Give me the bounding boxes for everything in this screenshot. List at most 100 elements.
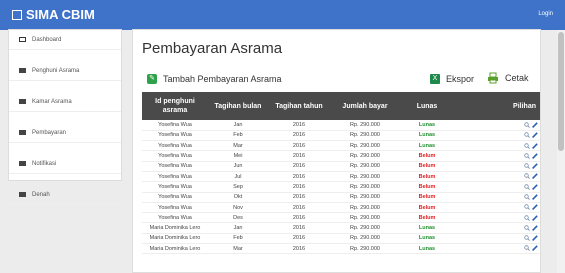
edit-icon[interactable] [532,153,538,159]
cell-jumlah: Rp. 290.000 [330,140,400,152]
view-icon[interactable] [524,132,530,139]
view-icon[interactable] [524,235,530,242]
table-row: Yosefina Wua Jan 2016 Rp. 290.000 Lunas [142,120,540,131]
cell-lunas: Belum [400,150,454,162]
edit-icon[interactable] [532,204,538,211]
cell-bulan: Mei [208,150,268,162]
edit-icon[interactable] [532,245,538,252]
cell-jumlah: Rp. 290.000 [330,161,400,172]
sidebar-item-dashboard[interactable]: Dashboard [9,30,121,50]
view-icon[interactable] [524,194,530,200]
print-button[interactable]: Cetak [487,72,529,84]
view-icon[interactable] [524,204,530,211]
export-button[interactable]: X Ekspor [430,74,474,84]
list-icon [19,161,26,166]
cell-tahun: 2016 [268,140,330,152]
column-header[interactable]: Jumlah bayar [330,92,400,120]
add-payment-button[interactable]: ✎ Tambah Pembayaran Asrama [147,74,282,84]
row-actions [454,202,540,214]
cell-bulan: Des [208,212,268,224]
cell-jumlah: Rp. 290.000 [330,150,400,162]
list-icon [19,130,26,135]
cell-lunas: Belum [400,212,454,224]
cell-lunas: Belum [400,192,454,203]
sidebar-item-label: Pembayaran [32,129,67,136]
cell-id: Yosefina Wua [142,212,208,224]
cell-bulan: Jun [208,161,268,172]
cell-lunas: Belum [400,161,454,172]
edit-icon[interactable] [532,163,538,170]
page-scrollbar[interactable] [557,30,565,273]
cell-bulan: Mar [208,243,268,255]
app-title: SIMA CBIM [26,7,95,22]
column-header[interactable]: Tagihan bulan [208,92,268,120]
list-icon [19,192,26,197]
cell-bulan: Nov [208,202,268,214]
sidebar-item-kamar-asrama[interactable]: Kamar Asrama [9,92,121,112]
edit-icon[interactable] [532,173,538,180]
row-actions [454,150,540,162]
table-row: Yosefina Wua Nov 2016 Rp. 290.000 Belum [142,202,540,214]
cell-tahun: 2016 [268,181,330,193]
cell-lunas: Belum [400,171,454,183]
table-row: Maria Dominika Lero Mar 2016 Rp. 290.000 Lun… [142,243,540,255]
edit-icon[interactable] [532,235,538,242]
sidebar-item-denah[interactable]: Denah [9,185,121,205]
sidebar-item-notifikasi[interactable]: Notifikasi [9,154,121,174]
table-row: Maria Dominika Lero Feb 2016 Rp. 290.000 Lun… [142,233,540,245]
column-header[interactable]: Lunas [400,92,454,120]
view-icon[interactable] [524,245,530,252]
cell-id: Yosefina Wua [142,171,208,183]
view-icon[interactable] [524,163,530,170]
column-header[interactable]: Pilihan [454,92,540,120]
view-icon[interactable] [524,225,530,231]
toolbar: ✎ Tambah Pembayaran Asrama X Ekspor Ceta… [133,72,540,88]
edit-icon[interactable] [532,142,538,149]
scrollbar-thumb[interactable] [558,32,564,151]
cell-bulan: Jan [208,222,268,234]
cell-bulan: Jan [208,120,268,131]
view-icon[interactable] [524,173,530,180]
edit-icon[interactable] [532,225,538,231]
list-icon [19,68,26,73]
cell-jumlah: Rp. 290.000 [330,120,400,131]
cell-lunas: Belum [400,202,454,214]
page-title: Pembayaran Asrama [142,40,283,57]
cell-bulan: Feb [208,233,268,245]
view-icon[interactable] [524,121,530,128]
cell-tahun: 2016 [268,150,330,162]
view-icon[interactable] [524,142,530,149]
sidebar-item-label: Dashboard [32,36,62,43]
app-brand[interactable]: SIMA CBIM [12,7,95,22]
column-header[interactable]: Tagihan tahun [268,92,330,120]
view-icon[interactable] [524,214,530,221]
table-row: Yosefina Wua Des 2016 Rp. 290.000 Belum [142,212,540,224]
table-row: Yosefina Wua Mei 2016 Rp. 290.000 Belum [142,150,540,162]
cell-lunas: Belum [400,181,454,193]
row-actions [454,120,540,131]
view-icon[interactable] [524,184,530,190]
view-icon[interactable] [524,153,530,159]
sidebar-item-penghuni-asrama[interactable]: Penghuni Asrama [9,61,121,81]
edit-icon[interactable] [532,183,538,190]
cell-lunas: Lunas [400,140,454,152]
edit-icon[interactable] [532,132,538,139]
edit-icon[interactable] [532,214,538,221]
cell-tahun: 2016 [268,202,330,214]
table-row: Yosefina Wua Jul 2016 Rp. 290.000 Belum [142,171,540,183]
cell-tahun: 2016 [268,171,330,183]
edit-icon[interactable] [532,194,538,200]
cell-id: Maria Dominika Lero [142,243,208,255]
table-row: Yosefina Wua Mar 2016 Rp. 290.000 Lunas [142,140,540,152]
login-link[interactable]: Login [538,11,553,17]
row-actions [454,233,540,245]
add-payment-label: Tambah Pembayaran Asrama [163,74,282,84]
edit-icon[interactable] [532,121,538,128]
cell-jumlah: Rp. 290.000 [330,192,400,203]
row-actions [454,140,540,152]
monitor-icon [19,37,26,42]
sidebar-item-pembayaran[interactable]: Pembayaran [9,123,121,143]
cell-id: Yosefina Wua [142,181,208,193]
column-header[interactable]: Id penghuni asrama [142,92,208,120]
cell-id: Yosefina Wua [142,192,208,203]
